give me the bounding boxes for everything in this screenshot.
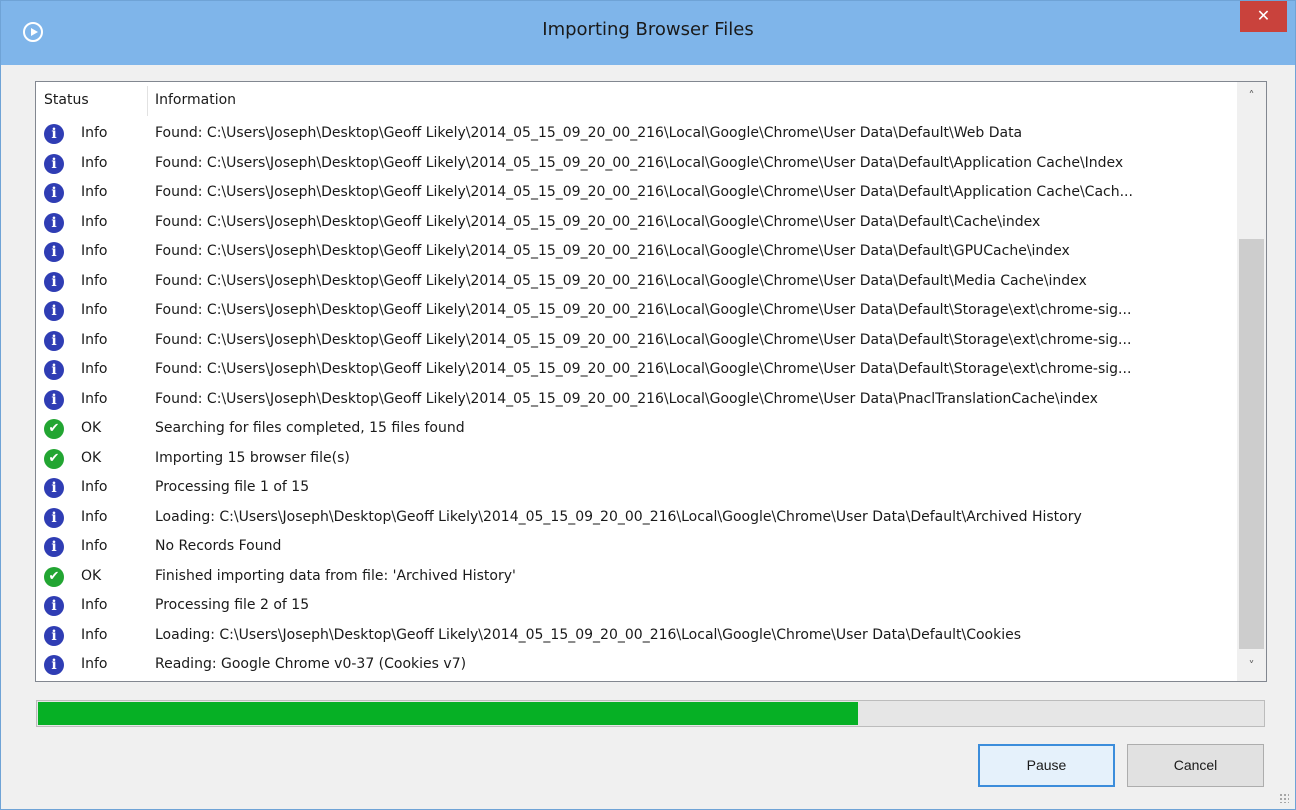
list-item[interactable]: i Info Reading: Google Chrome v0-37 (Cooki…: [36, 650, 1236, 680]
list-item[interactable]: i Info Found: C:\Users\Joseph\Desktop\Geof…: [36, 208, 1236, 238]
scroll-up-arrow-icon[interactable]: ˄: [1237, 82, 1266, 111]
list-item[interactable]: i Info Found: C:\Users\Joseph\Desktop\Geof…: [36, 178, 1236, 208]
info-icon: i: [44, 330, 64, 351]
status-text: OK: [81, 567, 102, 584]
info-icon: i: [44, 183, 64, 203]
message-text: Found: C:\Users\Joseph\Desktop\Geoff Lik…: [155, 125, 1023, 141]
list-item[interactable]: i Info Found: C:\Users\Joseph\Desktop\Geof…: [36, 296, 1236, 326]
list-item[interactable]: i Info Loading: C:\Users\Joseph\Desktop\Ge…: [36, 503, 1236, 533]
list-item[interactable]: i Info Processing file 2 of 15: [36, 591, 1236, 621]
list-item[interactable]: i Info Found: C:\Users\Joseph\Desktop\Geof…: [36, 119, 1236, 149]
info-icon: i: [44, 655, 64, 675]
status-text: Info: [81, 184, 108, 200]
info-icon: i: [44, 360, 64, 380]
message-text: Processing file 1 of 15: [155, 479, 310, 495]
title-bar[interactable]: Importing Browser Files ✕: [1, 1, 1295, 65]
progress-fill: [38, 702, 858, 725]
ok-icon: ✔: [44, 448, 64, 469]
import-dialog: Importing Browser Files ✕ Status Informa…: [0, 0, 1296, 810]
status-text: OK: [81, 449, 102, 466]
scrollbar-thumb[interactable]: [1239, 239, 1264, 649]
message-text: Finished importing data from file: 'Arch…: [155, 567, 516, 584]
message-text: Searching for files completed, 15 files …: [155, 420, 465, 436]
status-text: Info: [81, 597, 108, 613]
message-text: Found: C:\Users\Joseph\Desktop\Geoff Lik…: [155, 390, 1098, 407]
message-text: Found: C:\Users\Joseph\Desktop\Geoff Lik…: [155, 331, 1132, 348]
status-text: OK: [81, 420, 102, 436]
status-text: Info: [81, 272, 108, 289]
info-icon: i: [44, 596, 64, 616]
list-item[interactable]: i Info No Records Found: [36, 532, 1236, 562]
info-icon: i: [44, 153, 64, 174]
info-icon: i: [44, 124, 64, 144]
info-icon: i: [44, 271, 64, 292]
info-icon: i: [44, 507, 64, 528]
info-icon: i: [44, 625, 64, 646]
status-text: Info: [81, 243, 108, 259]
message-text: Loading: C:\Users\Joseph\Desktop\Geoff L…: [155, 508, 1082, 525]
message-text: Reading: Google Chrome v0-37 (Cookies v7…: [155, 656, 467, 672]
progress-bar: [36, 700, 1265, 727]
list-item[interactable]: ✔ OK Importing 15 browser file(s): [36, 444, 1236, 474]
info-icon: i: [44, 301, 64, 321]
list-item[interactable]: i Info Found: C:\Users\Joseph\Desktop\Geof…: [36, 355, 1236, 385]
vertical-scrollbar[interactable]: ˄ ˅: [1237, 82, 1266, 681]
status-text: Info: [81, 154, 108, 171]
log-rows: i Info Found: C:\Users\Joseph\Desktop\Geof…: [36, 119, 1236, 680]
close-button[interactable]: ✕: [1240, 1, 1287, 32]
column-header-information[interactable]: Information: [155, 82, 236, 119]
column-divider[interactable]: [147, 86, 148, 116]
list-item[interactable]: ✔ OK Searching for files completed, 15 fil…: [36, 414, 1236, 444]
message-text: Processing file 2 of 15: [155, 597, 310, 613]
list-item[interactable]: i Info Loading: C:\Users\Joseph\Desktop\Ge…: [36, 621, 1236, 651]
message-text: Found: C:\Users\Joseph\Desktop\Geoff Lik…: [155, 213, 1041, 230]
message-text: Found: C:\Users\Joseph\Desktop\Geoff Lik…: [155, 302, 1132, 318]
info-icon: i: [44, 389, 64, 410]
status-text: Info: [81, 331, 108, 348]
list-item[interactable]: i Info Found: C:\Users\Joseph\Desktop\Geof…: [36, 149, 1236, 179]
list-item[interactable]: ✔ OK Finished importing data from file: 'A…: [36, 562, 1236, 592]
status-text: Info: [81, 390, 108, 407]
list-item[interactable]: i Info Found: C:\Users\Joseph\Desktop\Geof…: [36, 267, 1236, 297]
status-text: Info: [81, 508, 108, 525]
status-text: Info: [81, 361, 108, 377]
status-text: Info: [81, 538, 108, 554]
info-icon: i: [44, 212, 64, 233]
message-text: Found: C:\Users\Joseph\Desktop\Geoff Lik…: [155, 361, 1132, 377]
ok-icon: ✔: [44, 566, 64, 587]
status-text: Info: [81, 125, 108, 141]
list-item[interactable]: i Info Found: C:\Users\Joseph\Desktop\Geof…: [36, 237, 1236, 267]
window-title: Importing Browser Files: [542, 19, 754, 40]
status-text: Info: [81, 656, 108, 672]
log-list[interactable]: Status Information i Info Found: C:\Users\…: [35, 81, 1267, 682]
message-text: Found: C:\Users\Joseph\Desktop\Geoff Lik…: [155, 154, 1124, 171]
ok-icon: ✔: [44, 419, 64, 439]
status-text: Info: [81, 626, 108, 643]
message-text: Found: C:\Users\Joseph\Desktop\Geoff Lik…: [155, 272, 1087, 289]
status-text: Info: [81, 302, 108, 318]
status-text: Info: [81, 213, 108, 230]
message-text: Found: C:\Users\Joseph\Desktop\Geoff Lik…: [155, 184, 1133, 200]
list-item[interactable]: i Info Processing file 1 of 15: [36, 473, 1236, 503]
info-icon: i: [44, 242, 64, 262]
message-text: No Records Found: [155, 538, 282, 554]
list-header: Status Information: [36, 82, 1236, 119]
message-text: Importing 15 browser file(s): [155, 449, 350, 466]
cancel-button[interactable]: Cancel: [1127, 744, 1264, 787]
resize-grip-icon[interactable]: [1279, 793, 1289, 803]
pause-button[interactable]: Pause: [978, 744, 1115, 787]
info-icon: i: [44, 537, 64, 557]
info-icon: i: [44, 478, 64, 498]
column-header-status[interactable]: Status: [44, 82, 89, 119]
list-item[interactable]: i Info Found: C:\Users\Joseph\Desktop\Geof…: [36, 326, 1236, 356]
message-text: Found: C:\Users\Joseph\Desktop\Geoff Lik…: [155, 243, 1070, 259]
list-item[interactable]: i Info Found: C:\Users\Joseph\Desktop\Geof…: [36, 385, 1236, 415]
message-text: Loading: C:\Users\Joseph\Desktop\Geoff L…: [155, 626, 1022, 643]
status-text: Info: [81, 479, 108, 495]
scroll-down-arrow-icon[interactable]: ˅: [1237, 652, 1266, 681]
